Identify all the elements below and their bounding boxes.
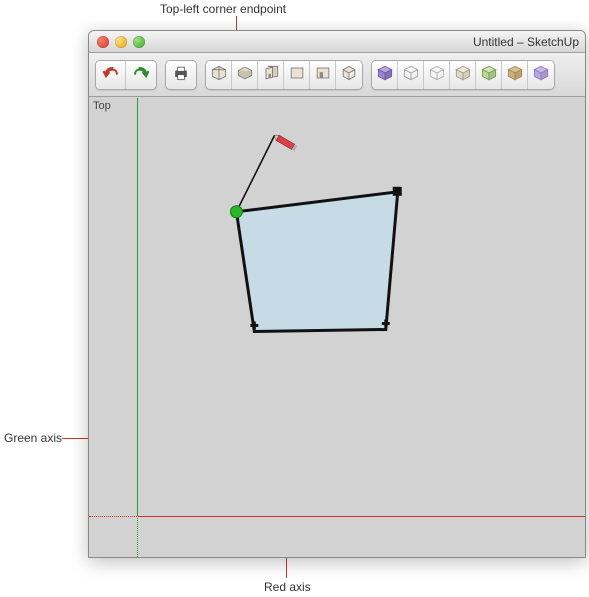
print-icon bbox=[171, 63, 191, 86]
minimize-button[interactable] bbox=[115, 36, 127, 48]
view-top-button[interactable] bbox=[232, 61, 258, 89]
view-back-icon bbox=[313, 63, 333, 86]
style-7-button[interactable] bbox=[528, 61, 554, 89]
undo-button[interactable] bbox=[96, 61, 126, 89]
traffic-lights bbox=[89, 36, 145, 48]
green-axis-negative bbox=[137, 518, 138, 557]
style-2-button[interactable] bbox=[398, 61, 424, 89]
print-button[interactable] bbox=[166, 61, 196, 89]
toolbar-group-history bbox=[95, 60, 157, 90]
redo-icon bbox=[131, 63, 151, 86]
style-cube-icon bbox=[505, 63, 525, 86]
view-right-icon bbox=[287, 63, 307, 86]
drawn-face bbox=[236, 192, 397, 332]
rubber-band-line bbox=[236, 136, 274, 212]
style-cube-icon bbox=[531, 63, 551, 86]
view-iso-icon bbox=[209, 63, 229, 86]
style-5-button[interactable] bbox=[476, 61, 502, 89]
view-front-button[interactable] bbox=[258, 61, 284, 89]
view-left-button[interactable] bbox=[336, 61, 362, 89]
style-1-button[interactable] bbox=[372, 61, 398, 89]
style-cube-icon bbox=[453, 63, 473, 86]
undo-icon bbox=[101, 63, 121, 86]
style-3-button[interactable] bbox=[424, 61, 450, 89]
close-button[interactable] bbox=[97, 36, 109, 48]
toolbar-group-styles bbox=[371, 60, 555, 90]
red-axis bbox=[138, 516, 585, 517]
style-6-button[interactable] bbox=[502, 61, 528, 89]
view-right-button[interactable] bbox=[284, 61, 310, 89]
style-cube-icon bbox=[427, 63, 447, 86]
toolbar-group-views bbox=[205, 60, 363, 90]
endpoint-marker bbox=[230, 206, 242, 218]
style-cube-icon bbox=[401, 63, 421, 86]
callout-top-left-endpoint: Top-left corner endpoint bbox=[160, 2, 286, 16]
view-top-icon bbox=[235, 63, 255, 86]
callout-red-axis: Red axis bbox=[264, 580, 311, 594]
view-iso-button[interactable] bbox=[206, 61, 232, 89]
view-back-button[interactable] bbox=[310, 61, 336, 89]
titlebar: Untitled – SketchUp bbox=[89, 31, 585, 53]
zoom-button[interactable] bbox=[133, 36, 145, 48]
toolbar-group-print bbox=[165, 60, 197, 90]
style-cube-icon bbox=[375, 63, 395, 86]
toolbar bbox=[89, 53, 585, 97]
view-left-icon bbox=[339, 63, 359, 86]
view-front-icon bbox=[261, 63, 281, 86]
red-axis-negative bbox=[89, 516, 137, 517]
pencil-cursor-icon bbox=[272, 133, 297, 151]
style-4-button[interactable] bbox=[450, 61, 476, 89]
callout-green-axis: Green axis bbox=[4, 431, 62, 445]
window-title: Untitled – SketchUp bbox=[89, 35, 585, 49]
style-cube-icon bbox=[479, 63, 499, 86]
app-window: Untitled – SketchUp bbox=[88, 30, 586, 558]
drawing-canvas[interactable]: Top bbox=[89, 98, 585, 557]
green-axis bbox=[137, 98, 138, 516]
shape-overlay bbox=[89, 98, 585, 557]
redo-button[interactable] bbox=[126, 61, 156, 89]
view-label: Top bbox=[93, 100, 111, 112]
